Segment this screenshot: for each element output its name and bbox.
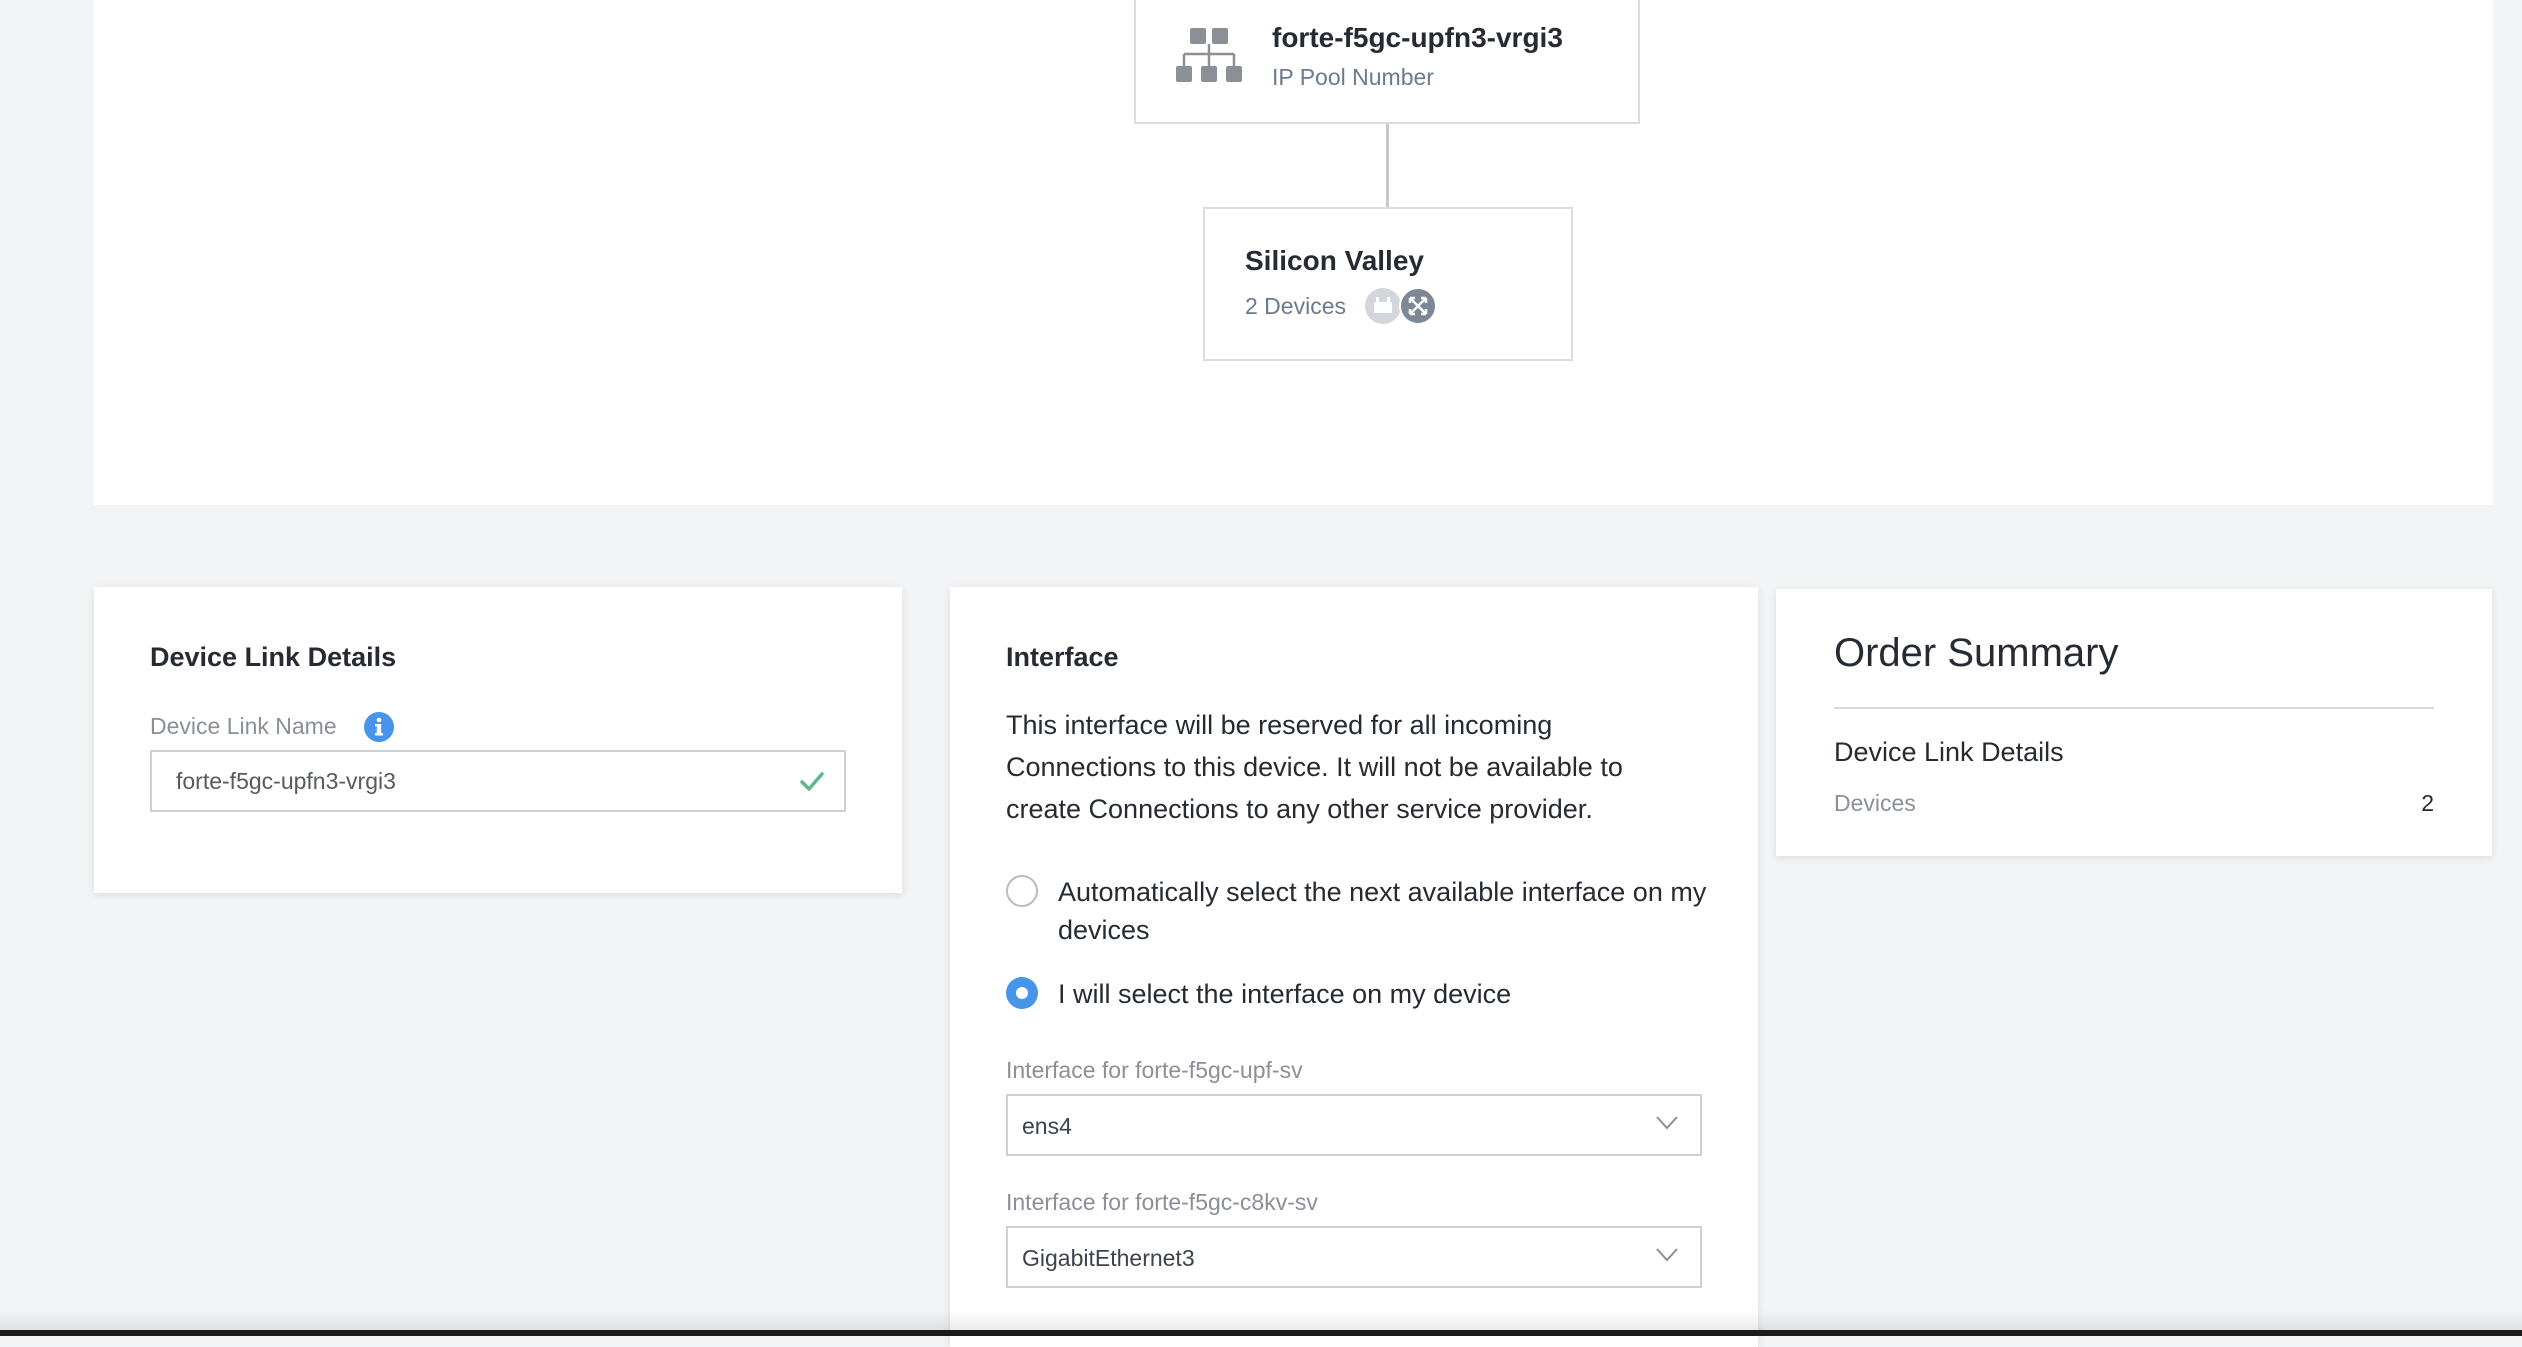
radio-auto-select-control[interactable] [1006, 875, 1038, 907]
site-title: Silicon Valley [1245, 245, 1424, 276]
interface-c8kv-value: GigabitEthernet3 [1022, 1245, 1195, 1271]
topology-panel: forte-f5gc-upfn3-vrgi3 IP Pool Number Si… [94, 0, 2493, 505]
order-summary-divider [1834, 707, 2434, 709]
order-summary-title: Order Summary [1834, 631, 2119, 675]
router-device-icon [1365, 288, 1401, 324]
info-icon[interactable] [363, 711, 395, 743]
interface-upf-value: ens4 [1022, 1113, 1072, 1139]
order-summary-devices-value: 2 [2421, 790, 2434, 816]
interface-upf-label: Interface for forte-f5gc-upf-sv [1006, 1057, 1303, 1083]
chevron-down-icon [1656, 1116, 1678, 1130]
interface-upf-select[interactable]: ens4 [1006, 1094, 1702, 1156]
ip-pool-node[interactable]: forte-f5gc-upfn3-vrgi3 IP Pool Number [1134, 0, 1640, 124]
radio-auto-select-label[interactable]: Automatically select the next available … [1058, 873, 1718, 949]
site-node[interactable]: Silicon Valley 2 Devices [1203, 207, 1573, 361]
network-hierarchy-icon [1176, 28, 1242, 82]
interface-description: This interface will be reserved for all … [1006, 710, 1623, 824]
order-summary-devices-label: Devices [1834, 790, 1916, 816]
device-link-name-label: Device Link Name [150, 713, 337, 739]
ip-pool-subtitle: IP Pool Number [1272, 64, 1434, 90]
interface-heading: Interface [1006, 642, 1119, 672]
radio-manual-select-control[interactable] [1006, 977, 1038, 1009]
device-link-name-input[interactable] [150, 750, 846, 812]
switch-device-icon [1399, 287, 1437, 325]
interface-card: Interface This interface will be reserve… [950, 587, 1758, 1347]
device-link-details-card: Device Link Details Device Link Name [94, 587, 902, 893]
interface-c8kv-label: Interface for forte-f5gc-c8kv-sv [1006, 1189, 1318, 1215]
site-device-count: 2 Devices [1245, 293, 1346, 319]
checkmark-icon [800, 772, 824, 791]
ip-pool-title: forte-f5gc-upfn3-vrgi3 [1272, 22, 1563, 53]
topology-connector [1386, 124, 1389, 208]
chevron-down-icon [1656, 1248, 1678, 1262]
device-icons [1365, 287, 1437, 325]
radio-manual-select-label[interactable]: I will select the interface on my device [1058, 975, 1718, 1013]
order-summary-section: Device Link Details [1834, 737, 2064, 767]
order-summary-card: Order Summary Device Link Details Device… [1776, 589, 2492, 856]
interface-c8kv-select[interactable]: GigabitEthernet3 [1006, 1226, 1702, 1288]
footer-bar [0, 1330, 2522, 1336]
device-link-details-heading: Device Link Details [150, 642, 397, 672]
